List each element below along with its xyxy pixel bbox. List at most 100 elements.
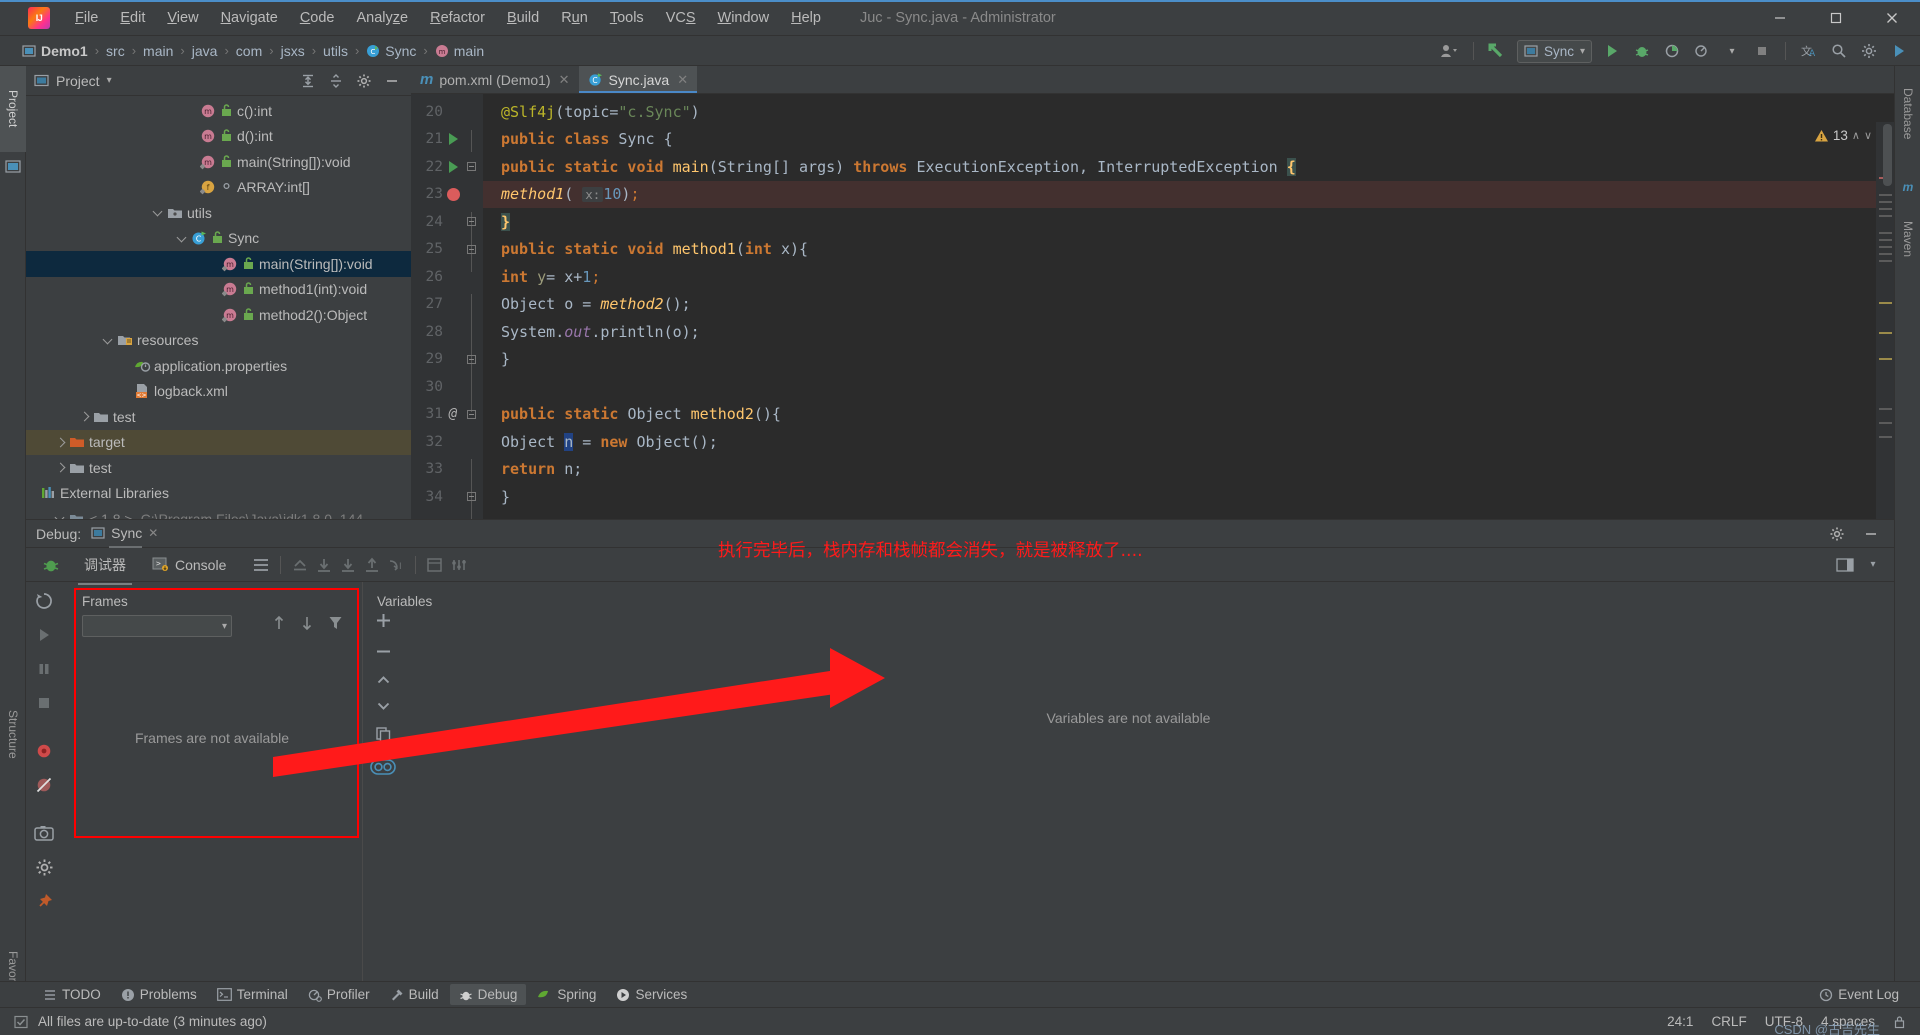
chevron-down-icon[interactable]: ∨ (1864, 129, 1872, 142)
tree-item-external-libraries[interactable]: External Libraries (26, 481, 411, 507)
update-project-icon[interactable] (1484, 39, 1510, 63)
bottom-item-todo[interactable]: TODO (34, 984, 110, 1005)
tree-item[interactable]: m main(String[]):void (26, 149, 411, 175)
fold-close-icon[interactable] (466, 492, 476, 502)
editor-marker-column[interactable] (1876, 122, 1894, 573)
breakpoint-icon[interactable] (446, 187, 460, 201)
bottom-item-profiler[interactable]: Profiler (299, 984, 379, 1005)
show-execution-point-icon[interactable] (289, 554, 311, 576)
settings-gear-icon[interactable] (1824, 522, 1850, 546)
editor-gutter[interactable]: 20 21 22 23 24 25 26 27 28 29 30 31 @ 32 … (411, 94, 483, 573)
pause-icon[interactable] (33, 658, 55, 680)
breadcrumb-item-sync[interactable]: C Sync (366, 43, 416, 59)
fold-close-icon[interactable] (466, 217, 476, 227)
run-configuration-selector[interactable]: Sync ▾ (1516, 39, 1592, 63)
menu-run[interactable]: Run (550, 6, 599, 30)
up-arrow-icon[interactable] (272, 614, 286, 632)
minimize-button[interactable] (1752, 0, 1808, 36)
lock-icon[interactable] (1893, 1015, 1906, 1029)
down-arrow-icon[interactable] (300, 614, 314, 632)
layout-toggle-icon[interactable] (1834, 554, 1856, 576)
tree-item[interactable]: f ARRAY:int[] (26, 175, 411, 201)
inspection-status-badge[interactable]: 13 ∧ ∨ (1814, 128, 1872, 143)
stop-icon[interactable] (33, 692, 55, 714)
breadcrumb-item-demo1[interactable]: Demo1 (22, 43, 88, 59)
menu-view[interactable]: View (156, 6, 209, 30)
breadcrumb-item-jsxs[interactable]: jsxs (281, 43, 305, 59)
tree-item-sync-class[interactable]: C Sync (26, 226, 411, 252)
menu-help[interactable]: Help (780, 6, 832, 30)
tree-item-target[interactable]: target (26, 429, 411, 455)
menu-edit[interactable]: Edit (109, 6, 156, 30)
bottom-item-spring[interactable]: Spring (528, 984, 605, 1005)
view-breakpoints-icon[interactable] (33, 740, 55, 762)
evaluate-expression-icon[interactable] (424, 554, 446, 576)
sidebar-item-maven[interactable]: Maven (1895, 202, 1920, 276)
menu-code[interactable]: Code (289, 6, 346, 30)
chevron-down-icon[interactable] (102, 334, 115, 347)
resume-icon[interactable] (33, 624, 55, 646)
menu-vcs[interactable]: VCS (655, 6, 707, 30)
line-separator[interactable]: CRLF (1711, 1014, 1746, 1029)
tab-console[interactable]: > Console (140, 553, 238, 577)
user-dropdown-icon[interactable] (1437, 39, 1463, 63)
rerun-icon[interactable] (33, 590, 55, 612)
hide-icon[interactable] (1858, 522, 1884, 546)
layout-settings-icon[interactable] (250, 554, 272, 576)
debug-icon[interactable] (1629, 39, 1655, 63)
run-gutter-icon[interactable] (448, 133, 458, 146)
code-lines[interactable]: @Slf4j(topic = "c.Sync") public class Sy… (483, 94, 1894, 573)
profiler-icon[interactable] (1689, 39, 1715, 63)
settings-gear-icon[interactable] (351, 69, 377, 93)
breadcrumb-item-main-method[interactable]: m main (435, 43, 484, 59)
tree-item-resources[interactable]: resources (26, 328, 411, 354)
chevron-right-icon[interactable] (54, 436, 67, 449)
tree-item-method2[interactable]: m method2():Object (26, 302, 411, 328)
thread-selector[interactable]: ▾ (82, 615, 232, 637)
settings-icon[interactable] (448, 554, 470, 576)
coverage-icon[interactable] (1659, 39, 1685, 63)
tree-item-utils[interactable]: utils (26, 200, 411, 226)
breadcrumb-item-utils[interactable]: utils (323, 43, 348, 59)
bottom-item-debug[interactable]: Debug (449, 984, 527, 1005)
chevron-down-icon[interactable] (176, 232, 189, 245)
chevron-up-icon[interactable]: ∧ (1852, 129, 1860, 142)
close-icon[interactable]: ✕ (559, 72, 570, 88)
filter-icon[interactable] (328, 614, 343, 632)
chevron-right-icon[interactable] (78, 410, 91, 423)
menu-tools[interactable]: Tools (599, 6, 655, 30)
menu-analyze[interactable]: Analyze (346, 6, 420, 30)
settings-icon[interactable] (1856, 39, 1882, 63)
breadcrumb-item-com[interactable]: com (236, 43, 262, 59)
menu-navigate[interactable]: Navigate (210, 6, 289, 30)
annotation-gutter-icon[interactable]: @ (449, 406, 457, 422)
tree-item[interactable]: m c():int (26, 98, 411, 124)
sidebar-item-structure[interactable]: Structure (0, 686, 26, 782)
sidebar-item-project[interactable]: Project (0, 66, 26, 152)
chevron-down-icon[interactable]: ▾ (107, 75, 112, 86)
project-toolwindow-icon[interactable] (5, 158, 21, 174)
sidebar-item-database[interactable]: Database (1895, 66, 1920, 162)
expand-all-icon[interactable] (295, 69, 321, 93)
tree-item-main-method[interactable]: m main(String[]):void (26, 251, 411, 277)
mute-breakpoints-icon[interactable] (33, 774, 55, 796)
maven-m-badge[interactable]: m (1895, 174, 1920, 200)
fold-open-icon[interactable] (466, 409, 476, 419)
tree-item-application-properties[interactable]: application.properties (26, 353, 411, 379)
chevron-down-icon[interactable]: ▾ (1862, 554, 1884, 576)
step-out-icon[interactable] (361, 554, 383, 576)
settings-gear-icon[interactable] (33, 856, 55, 878)
menu-refactor[interactable]: Refactor (419, 6, 496, 30)
step-into-icon[interactable] (337, 554, 359, 576)
close-icon[interactable]: ✕ (677, 72, 688, 88)
caret-position[interactable]: 24:1 (1667, 1014, 1693, 1029)
chevron-down-icon[interactable]: ▾ (1719, 39, 1745, 63)
breadcrumb-item-java[interactable]: java (192, 43, 218, 59)
project-tree[interactable]: m c():int m d():int m main(String[]):voi… (26, 96, 411, 573)
tree-item[interactable]: m d():int (26, 124, 411, 150)
pin-icon[interactable] (33, 890, 55, 912)
run-icon[interactable] (1599, 39, 1625, 63)
breadcrumb-item-main-folder[interactable]: main (143, 43, 173, 59)
bottom-item-terminal[interactable]: Terminal (208, 984, 297, 1005)
fold-open-icon[interactable] (466, 244, 476, 254)
